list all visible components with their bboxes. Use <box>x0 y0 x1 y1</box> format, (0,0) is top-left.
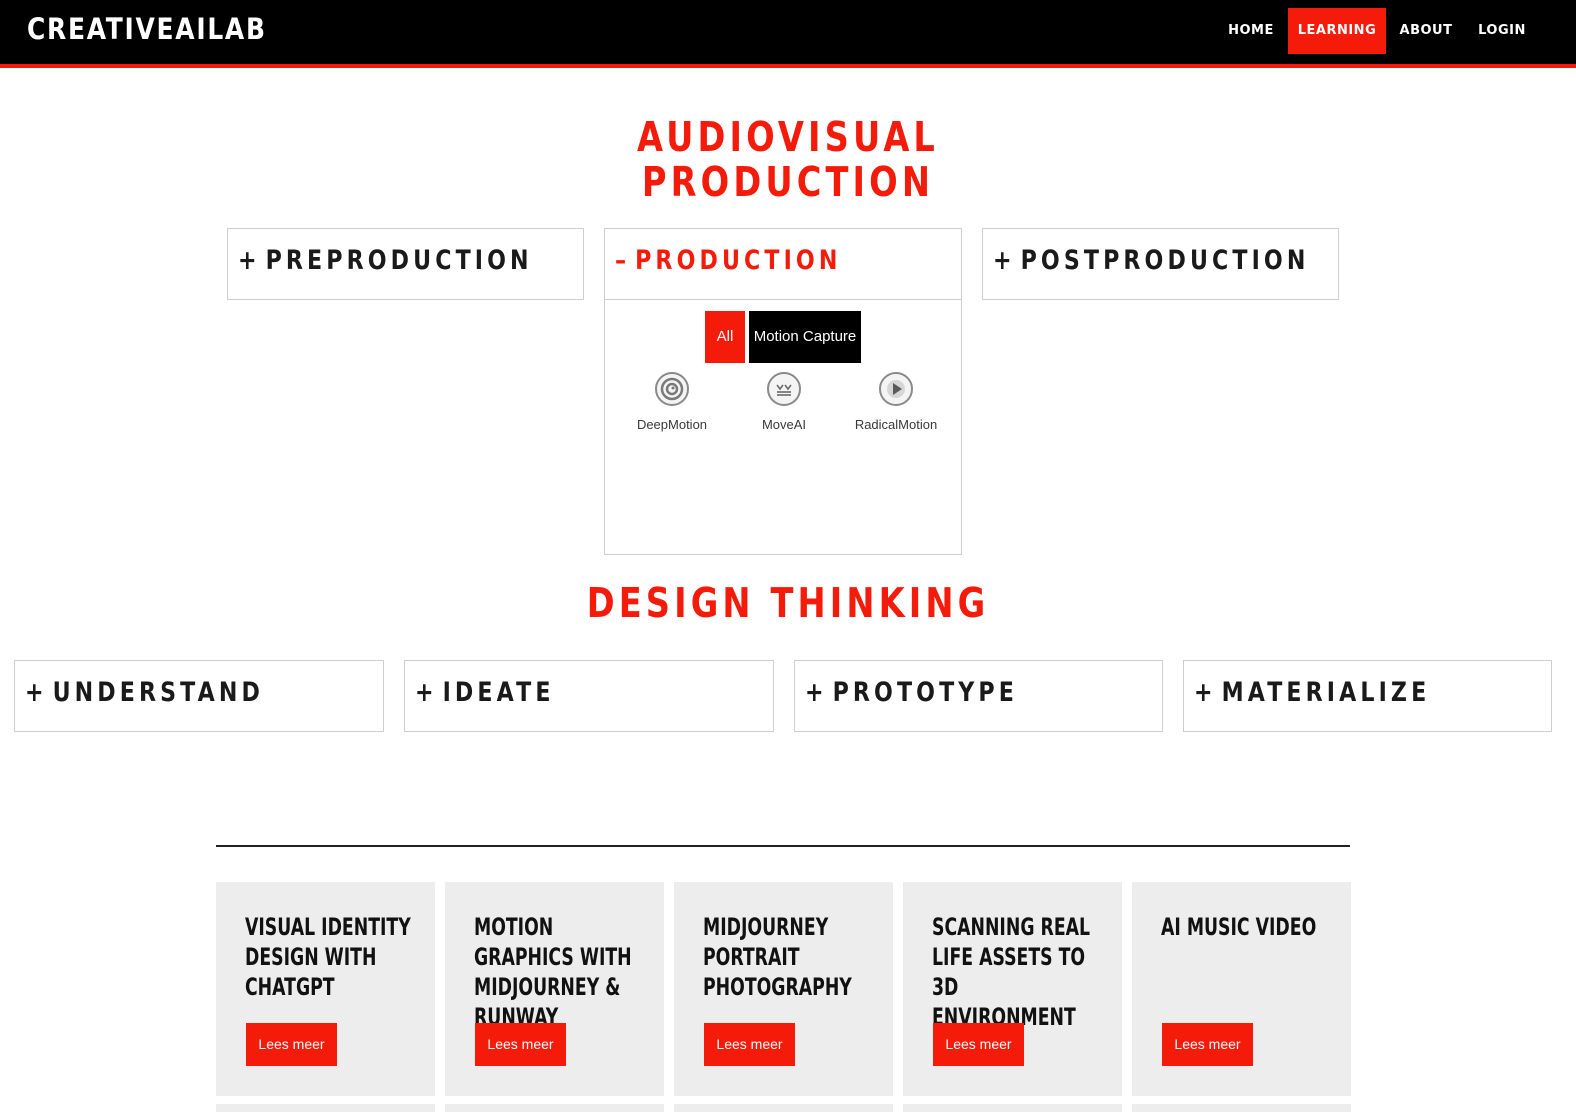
minus-icon: – <box>615 245 631 276</box>
accordion-preproduction-label: + PREPRODUCTION <box>238 245 533 276</box>
moveai-logo-icon <box>767 372 801 406</box>
next-row-card-edge <box>674 1104 893 1112</box>
nav-home-link[interactable]: HOME <box>1226 8 1276 54</box>
next-row-card-edge <box>445 1104 664 1112</box>
tool-radicalmotion[interactable]: RadicalMotion <box>846 372 946 432</box>
accordion-postproduction-text: POSTPRODUCTION <box>1020 245 1310 276</box>
next-row-card-edge <box>1132 1104 1351 1112</box>
course-card: AI MUSIC VIDEO Lees meer <box>1132 882 1351 1096</box>
tool-moveai[interactable]: MoveAI <box>734 372 834 432</box>
course-card-title: VISUAL IDENTITY DESIGN WITH CHATGPT <box>245 913 411 1001</box>
accordion-ideate-label: + IDEATE <box>415 677 555 708</box>
tool-moveai-name: MoveAI <box>761 417 807 432</box>
design-thinking-heading: DESIGN THINKING <box>586 579 990 627</box>
tool-radicalmotion-name: RadicalMotion <box>854 417 938 432</box>
top-navbar: CREATIVEAILAB HOME LEARNING ABOUT LOGIN <box>0 0 1576 68</box>
read-more-button[interactable]: Lees meer <box>1162 1023 1253 1066</box>
course-card-title: AI MUSIC VIDEO <box>1161 913 1317 941</box>
course-card-title: MOTION GRAPHICS WITH MIDJOURNEY & RUNWAY <box>474 913 632 1031</box>
nav-about-link[interactable]: ABOUT <box>1398 8 1454 54</box>
accordion-understand[interactable]: + UNDERSTAND <box>14 660 384 732</box>
course-card: VISUAL IDENTITY DESIGN WITH CHATGPT Lees… <box>216 882 435 1096</box>
course-card: SCANNING REAL LIFE ASSETS TO 3D ENVIRONM… <box>903 882 1122 1096</box>
accordion-materialize-text: MATERIALIZE <box>1221 677 1431 708</box>
accordion-understand-label: + UNDERSTAND <box>25 677 264 708</box>
course-card-title: SCANNING REAL LIFE ASSETS TO 3D ENVIRONM… <box>932 913 1091 1031</box>
accordion-production-text: PRODUCTION <box>635 245 842 276</box>
production-panel: All Motion Capture DeepMotion MoveAI Rad… <box>604 300 962 555</box>
plus-icon: + <box>993 245 1016 276</box>
plus-icon: + <box>805 677 828 708</box>
nav-login-link[interactable]: LOGIN <box>1474 8 1530 54</box>
course-card: MIDJOURNEY PORTRAIT PHOTOGRAPHY Lees mee… <box>674 882 893 1096</box>
accordion-prototype-label: + PROTOTYPE <box>805 677 1018 708</box>
accordion-prototype[interactable]: + PROTOTYPE <box>794 660 1163 732</box>
site-logo[interactable]: CREATIVEAILAB <box>27 12 267 46</box>
next-row-card-edge <box>216 1104 435 1112</box>
accordion-prototype-text: PROTOTYPE <box>832 677 1018 708</box>
plus-icon: + <box>415 677 438 708</box>
section-divider <box>216 845 1350 847</box>
accordion-production[interactable]: – PRODUCTION <box>604 228 962 300</box>
filter-motion-capture-button[interactable]: Motion Capture <box>749 311 861 363</box>
accordion-preproduction[interactable]: + PREPRODUCTION <box>227 228 584 300</box>
accordion-materialize-label: + MATERIALIZE <box>1194 677 1430 708</box>
accordion-ideate-text: IDEATE <box>442 677 555 708</box>
read-more-button[interactable]: Lees meer <box>704 1023 795 1066</box>
tool-deepmotion-name: DeepMotion <box>636 417 708 432</box>
course-card: MOTION GRAPHICS WITH MIDJOURNEY & RUNWAY… <box>445 882 664 1096</box>
accordion-materialize[interactable]: + MATERIALIZE <box>1183 660 1552 732</box>
tool-deepmotion[interactable]: DeepMotion <box>622 372 722 432</box>
read-more-button[interactable]: Lees meer <box>475 1023 566 1066</box>
accordion-production-label: – PRODUCTION <box>615 245 841 276</box>
radicalmotion-logo-icon <box>879 372 913 406</box>
accordion-understand-text: UNDERSTAND <box>52 677 265 708</box>
next-row-card-edge <box>903 1104 1122 1112</box>
deepmotion-logo-icon <box>655 372 689 406</box>
accordion-postproduction[interactable]: + POSTPRODUCTION <box>982 228 1339 300</box>
plus-icon: + <box>238 245 261 276</box>
filter-all-button[interactable]: All <box>705 311 745 363</box>
course-card-title: MIDJOURNEY PORTRAIT PHOTOGRAPHY <box>703 913 852 1001</box>
plus-icon: + <box>25 677 48 708</box>
audiovisual-production-heading: AUDIOVISUAL PRODUCTION <box>637 113 939 206</box>
accordion-ideate[interactable]: + IDEATE <box>404 660 774 732</box>
read-more-button[interactable]: Lees meer <box>246 1023 337 1066</box>
nav-learning-link[interactable]: LEARNING <box>1288 8 1386 54</box>
read-more-button[interactable]: Lees meer <box>933 1023 1024 1066</box>
accordion-postproduction-label: + POSTPRODUCTION <box>993 245 1309 276</box>
accordion-preproduction-text: PREPRODUCTION <box>265 245 533 276</box>
plus-icon: + <box>1194 677 1217 708</box>
